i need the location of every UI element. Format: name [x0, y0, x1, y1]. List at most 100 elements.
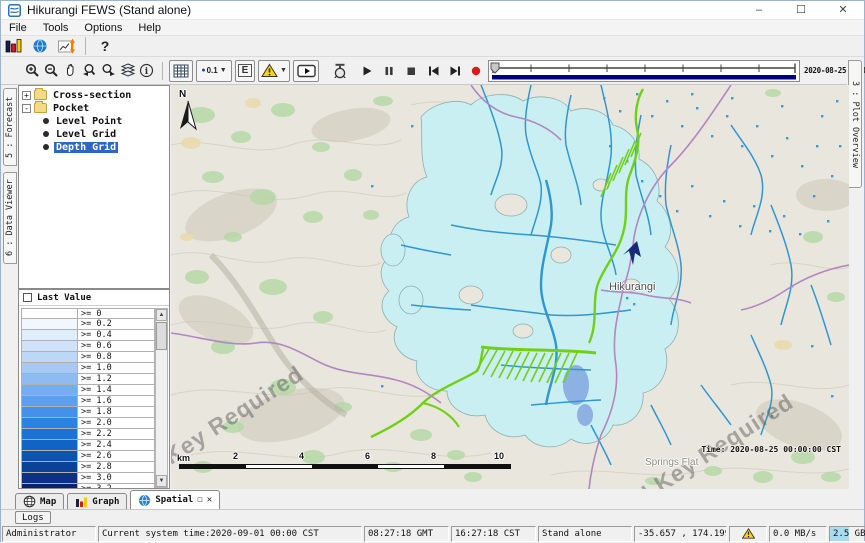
scalebar: [179, 464, 511, 469]
zoom-in-icon[interactable]: [23, 60, 42, 82]
legend-row: >= 2.8: [21, 462, 155, 473]
pause-icon[interactable]: [380, 60, 398, 82]
close-icon[interactable]: ✕: [822, 1, 864, 19]
menu-item[interactable]: Help: [130, 22, 169, 34]
stop-icon[interactable]: [402, 60, 420, 82]
database-icon[interactable]: [1, 35, 27, 57]
warning-threshold-dropdown[interactable]: ▼: [258, 60, 290, 82]
tree-item-label[interactable]: Pocket: [51, 103, 91, 114]
tab-spatial[interactable]: Spatial ☐ ✕: [130, 490, 220, 509]
menu-item[interactable]: Options: [76, 22, 130, 34]
contour-interval-dropdown[interactable]: ● 0.1 ▼: [196, 60, 232, 82]
tree-item[interactable]: Depth Grid: [21, 141, 167, 153]
status-system-time: Current system time:2020-09-01 00:00 CST: [98, 526, 362, 542]
legend-label: >= 0: [78, 309, 101, 318]
legend-label: >= 2.6: [78, 451, 112, 461]
step-backward-icon[interactable]: [424, 60, 442, 82]
menu-item[interactable]: Tools: [35, 22, 77, 34]
grid-display-icon[interactable]: [169, 60, 193, 82]
tree-item[interactable]: + Cross-section: [21, 89, 167, 101]
legend-row: >= 3.0: [21, 473, 155, 484]
tab-graph[interactable]: Graph: [67, 493, 127, 509]
tree-item-label[interactable]: Cross-section: [51, 90, 133, 101]
tree-item[interactable]: Level Grid: [21, 128, 167, 140]
tab-forecast[interactable]: 5 : Forecast: [3, 88, 17, 166]
scalebar-tick: 8: [431, 451, 436, 461]
legend-row: >= 2.4: [21, 440, 155, 451]
tree-item[interactable]: Level Point: [21, 115, 167, 127]
menu-item[interactable]: File: [1, 22, 35, 34]
legend-swatch: [22, 396, 78, 406]
zoom-next-icon[interactable]: [99, 60, 118, 82]
animation-movie-icon[interactable]: [293, 60, 319, 82]
tree-item[interactable]: - Pocket: [21, 102, 167, 114]
tree-item-label[interactable]: Level Grid: [54, 129, 118, 140]
area-label: Springs Flat: [645, 457, 698, 468]
scroll-thumb[interactable]: [156, 322, 167, 350]
zoom-out-icon[interactable]: [42, 60, 61, 82]
pan-hand-icon[interactable]: [61, 60, 80, 82]
timeline-slider[interactable]: [488, 60, 800, 82]
globe-icon: [138, 494, 151, 507]
status-bar: Administrator Current system time:2020-0…: [1, 525, 864, 543]
last-value-checkbox[interactable]: [23, 293, 32, 302]
map-canvas[interactable]: N API Key Required API Key Required Hiku…: [171, 85, 849, 489]
tab-plot-overview[interactable]: 3 : Plot Overview: [848, 60, 862, 188]
scroll-up-icon[interactable]: ▲: [156, 309, 167, 321]
tree-expander[interactable]: -: [22, 104, 31, 113]
legend-label: >= 3.0: [78, 473, 112, 483]
main-toolbar: ?: [1, 36, 864, 57]
legend-label: >= 2.8: [78, 462, 112, 472]
chart-arrow-icon[interactable]: [53, 35, 79, 57]
status-warning[interactable]: [729, 526, 767, 542]
map-toolbar: i ● 0.1 ▼ E ▼: [1, 57, 849, 85]
legend-row: >= 0.4: [21, 330, 155, 341]
legend-swatch: [22, 418, 78, 428]
help-button[interactable]: ?: [92, 35, 118, 57]
logs-button[interactable]: Logs: [15, 511, 51, 524]
title-bar: Hikurangi FEWS (Stand alone) – ☐ ✕: [1, 1, 864, 20]
layers-icon[interactable]: [118, 60, 137, 82]
record-icon[interactable]: [468, 60, 484, 82]
legend-scrollbar[interactable]: ▲ ▼: [155, 308, 168, 488]
play-icon[interactable]: [358, 60, 376, 82]
legend-swatch: [22, 407, 78, 417]
status-gmt-time: 08:27:18 GMT: [364, 526, 449, 542]
info-icon[interactable]: i: [137, 60, 156, 82]
legend-swatch: [22, 363, 78, 373]
step-forward-icon[interactable]: [446, 60, 464, 82]
legend-row: >= 1.4: [21, 385, 155, 396]
globe-icon[interactable]: [27, 35, 53, 57]
bottom-tab-bar: Map Graph Spatial ☐ ✕: [1, 489, 864, 509]
tree-item-label[interactable]: Depth Grid: [54, 142, 118, 153]
legend-label: >= 1.2: [78, 374, 112, 384]
folder-icon: [34, 90, 47, 100]
restore-icon[interactable]: ☐: [197, 495, 202, 505]
legend-label: >= 1.4: [78, 385, 112, 395]
scroll-down-icon[interactable]: ▼: [156, 475, 167, 487]
legend-swatch: [22, 374, 78, 384]
legend-label: >= 2.4: [78, 440, 112, 450]
bullet-icon: [43, 144, 49, 150]
minimize-icon[interactable]: –: [738, 1, 780, 19]
folder-icon: [34, 103, 47, 113]
tab-map[interactable]: Map: [15, 493, 64, 509]
time-navigator-icon[interactable]: [328, 60, 352, 82]
tree-item-label[interactable]: Level Point: [54, 116, 124, 127]
legend-label: >= 1.8: [78, 407, 112, 417]
memory-value: 2.5 GB: [833, 529, 865, 539]
maximize-icon[interactable]: ☐: [780, 1, 822, 19]
close-icon[interactable]: ✕: [207, 495, 212, 505]
window-title: Hikurangi FEWS (Stand alone): [27, 3, 191, 17]
legend-swatch: [22, 385, 78, 395]
right-tab-strip: 3 : Plot Overview: [847, 57, 864, 489]
town-label: Hikurangi: [609, 281, 655, 293]
legend-row: >= 2.6: [21, 451, 155, 462]
zoom-previous-icon[interactable]: [80, 60, 99, 82]
tab-data-viewer[interactable]: 6 : Data Viewer: [3, 172, 17, 264]
tree-expander[interactable]: +: [22, 91, 31, 100]
north-label: N: [179, 89, 186, 100]
legend-label: >= 0.4: [78, 330, 112, 340]
extent-button[interactable]: E: [235, 60, 255, 82]
legend-swatch: [22, 429, 78, 439]
